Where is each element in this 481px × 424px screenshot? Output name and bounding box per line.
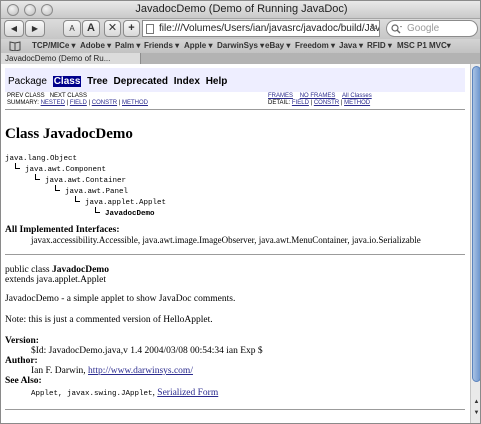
divider (5, 109, 465, 110)
hierarchy-item: java.awt.Container (45, 177, 127, 185)
title-bar: JavadocDemo (Demo of Running JavaDoc) (1, 1, 480, 19)
stop-icon: ✕ (107, 22, 118, 34)
tree-connector (55, 185, 60, 191)
see-also-code: Applet, javax.swing.JApplet (31, 390, 153, 398)
text-smaller-button[interactable]: A (63, 20, 81, 37)
separator: | (66, 100, 69, 106)
see-also-label: See Also: (5, 376, 42, 386)
separator: | (340, 100, 343, 106)
text-bigger-button[interactable]: A (82, 20, 100, 37)
summary-field-link[interactable]: FIELD (70, 100, 87, 106)
window-title: JavadocDemo (Demo of Running JavaDoc) (135, 3, 348, 15)
class-declaration: public class JavadocDemo (5, 265, 109, 275)
author-label: Author: (5, 356, 38, 366)
back-icon: ◀ (10, 24, 18, 33)
nav-index[interactable]: Index (174, 76, 200, 87)
separator: | (118, 100, 121, 106)
author-line: Ian F. Darwin, http://www.darwinsys.com/ (31, 366, 193, 376)
tab-bar: JavadocDemo (Demo of Ru... (1, 53, 480, 64)
nav-class: Class (52, 76, 82, 87)
detail-field-link[interactable]: FIELD (292, 100, 309, 106)
book-icon[interactable] (9, 41, 21, 51)
summary-label: SUMMARY: (7, 100, 39, 106)
nav-help[interactable]: Help (206, 76, 228, 87)
browser-window: JavadocDemo (Demo of Running JavaDoc) ◀ … (0, 0, 481, 424)
hierarchy-item: java.awt.Component (25, 166, 107, 174)
bookmark-item[interactable]: TCP/MICe ▾ (32, 41, 76, 51)
page-content: Package Class Tree Deprecated Index Help… (1, 64, 470, 423)
vertical-scrollbar[interactable]: ▲ ▼ (470, 64, 480, 423)
search-placeholder: Google (407, 23, 440, 34)
url-text: file:///Volumes/Users/ian/javasrc/javado… (159, 23, 380, 34)
version-label: Version: (5, 336, 39, 346)
page-icon (146, 24, 154, 34)
tree-connector (95, 207, 100, 213)
bookmark-item[interactable]: MSC P1 MVC▾ (397, 41, 451, 51)
separator: | (310, 100, 313, 106)
summary-nav: SUMMARY: NESTED | FIELD | CONSTR | METHO… (7, 99, 148, 107)
hierarchy-item: java.awt.Panel (65, 188, 129, 196)
stop-button[interactable]: ✕ (104, 20, 121, 37)
divider (5, 409, 465, 410)
summary-nested-link[interactable]: NESTED (41, 100, 65, 106)
bookmarks-bar: TCP/MICe ▾ Adobe ▾ Palm ▾ Friends ▾ Appl… (1, 39, 480, 53)
detail-method-link[interactable]: METHOD (344, 100, 370, 106)
summary-method-link[interactable]: METHOD (122, 100, 148, 106)
bookmark-item[interactable]: DarwinSys ▾ (217, 41, 264, 51)
divider (5, 254, 465, 255)
hierarchy-item: java.lang.Object (5, 155, 78, 163)
nav-tree[interactable]: Tree (87, 76, 108, 87)
class-description: JavadocDemo - a simple applet to show Ja… (5, 294, 236, 304)
hierarchy-item-current: JavadocDemo (105, 210, 155, 218)
scroll-down-arrow-icon[interactable]: ▼ (472, 408, 480, 418)
nav-deprecated[interactable]: Deprecated (114, 76, 168, 87)
plus-icon: + (128, 22, 135, 34)
scrollbar-thumb[interactable] (472, 66, 480, 382)
tree-connector (15, 163, 20, 169)
search-icon (391, 24, 402, 34)
forward-icon: ▶ (31, 24, 39, 33)
class-note: Note: this is just a commented version o… (5, 315, 213, 325)
nav-package[interactable]: Package (8, 76, 47, 87)
page-title: Class JavadocDemo (5, 126, 133, 142)
bookmark-item[interactable]: Friends ▾ (144, 41, 179, 51)
detail-constr-link[interactable]: CONSTR (314, 100, 339, 106)
reload-icon[interactable]: ↻ (368, 21, 380, 34)
see-also-line: Applet, javax.swing.JApplet, Serialized … (31, 388, 218, 398)
class-extends: extends java.applet.Applet (5, 275, 107, 285)
text-bigger-label: A (87, 22, 95, 34)
text-smaller-label: A (69, 24, 75, 33)
hierarchy-item: java.applet.Applet (85, 199, 167, 207)
bookmark-item[interactable]: eBay ▾ (265, 41, 290, 51)
bookmark-item[interactable]: Java ▾ (339, 41, 363, 51)
declaration-prefix: public class (5, 265, 52, 275)
detail-nav: DETAIL: FIELD | CONSTR | METHOD (268, 99, 370, 107)
tab-current[interactable]: JavadocDemo (Demo of Ru... (1, 53, 141, 64)
bookmark-item[interactable]: Freedom ▾ (295, 41, 335, 51)
bookmark-item[interactable]: Adobe ▾ (80, 41, 111, 51)
author-name: Ian F. Darwin, (31, 366, 89, 376)
bookmark-item[interactable]: Apple ▾ (184, 41, 212, 51)
author-url-link[interactable]: http://www.darwinsys.com/ (88, 366, 193, 376)
javadoc-navbar: Package Class Tree Deprecated Index Help (5, 68, 465, 92)
bookmark-item[interactable]: Palm ▾ (115, 41, 140, 51)
separator: | (88, 100, 91, 106)
tree-connector (75, 196, 80, 202)
summary-constr-link[interactable]: CONSTR (92, 100, 117, 106)
add-bookmark-button[interactable]: + (123, 20, 140, 37)
declaration-name: JavadocDemo (51, 265, 109, 275)
address-field[interactable]: file:///Volumes/Users/ian/javasrc/javado… (142, 20, 380, 37)
version-value: $Id: JavadocDemo.java,v 1.4 2004/03/08 0… (31, 346, 263, 356)
scroll-up-arrow-icon[interactable]: ▲ (472, 397, 480, 407)
tree-connector (35, 174, 40, 180)
detail-label: DETAIL: (268, 100, 291, 106)
serialized-form-link[interactable]: Serialized Form (157, 388, 218, 398)
back-button[interactable]: ◀ (4, 20, 24, 37)
interfaces-label: All Implemented Interfaces: (5, 225, 120, 235)
bookmark-item[interactable]: RFID ▾ (367, 41, 392, 51)
browser-toolbar: ◀ ▶ A A ✕ + file:///Volumes/Users/ian/ja… (1, 19, 480, 39)
interfaces-list: javax.accessibility.Accessible, java.awt… (31, 235, 421, 245)
forward-button[interactable]: ▶ (25, 20, 45, 37)
